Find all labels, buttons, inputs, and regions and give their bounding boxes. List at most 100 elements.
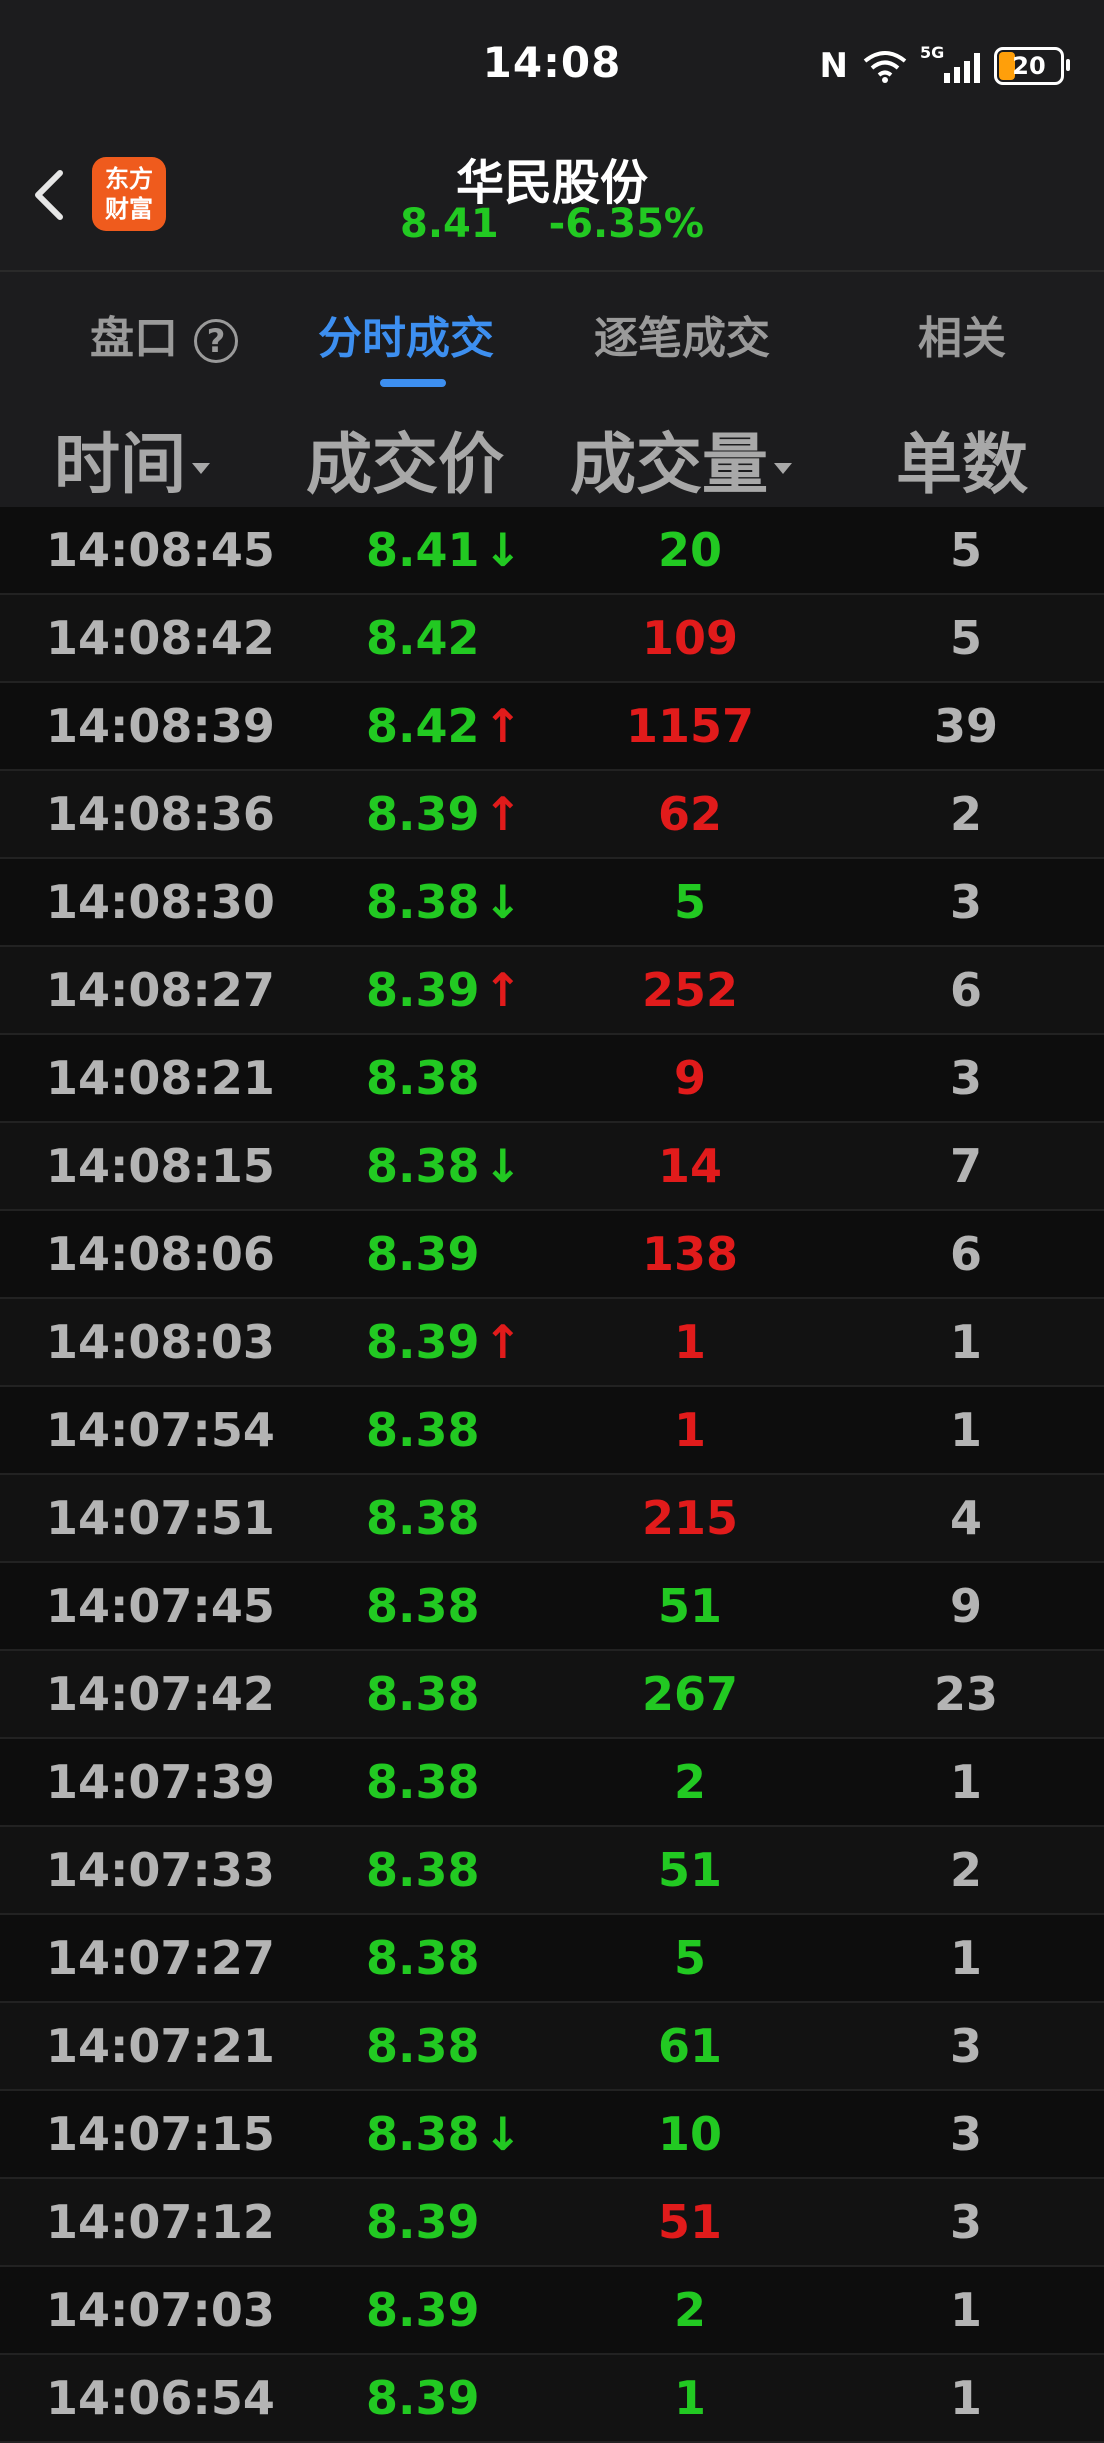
trade-count: 1 — [949, 1315, 982, 1369]
trade-count: 3 — [949, 2195, 982, 2249]
nfc-icon: N — [819, 46, 848, 86]
trade-time: 14:07:39 — [46, 1755, 275, 1809]
table-row: 14:07:45 8.38 51 9 — [0, 1563, 1104, 1651]
header-time-label: 时间 — [54, 426, 186, 503]
status-icons: N 5G 20 — [819, 43, 1070, 86]
table-row: 14:06:54 8.39 1 1 — [0, 2355, 1104, 2443]
header-volume[interactable]: 成交量 — [570, 411, 792, 507]
trade-count: 1 — [949, 1403, 982, 1457]
trade-time: 14:08:39 — [46, 699, 275, 753]
trade-price-cell: 8.39↑ — [366, 771, 522, 857]
trade-count: 4 — [949, 1491, 982, 1545]
trade-volume: 62 — [657, 787, 722, 841]
trade-volume: 51 — [657, 1843, 722, 1897]
trade-time: 14:08:06 — [46, 1227, 275, 1281]
trade-count: 1 — [949, 2371, 982, 2425]
trade-price-cell: 8.38 — [366, 1651, 480, 1737]
tab-orderbook[interactable]: 盘口? — [90, 302, 238, 366]
table-row: 14:07:12 8.39 51 3 — [0, 2179, 1104, 2267]
trade-time: 14:08:21 — [46, 1051, 275, 1105]
stock-quote: 8.41 -6.35% — [0, 201, 1104, 247]
up-arrow-icon: ↑ — [483, 1315, 523, 1369]
trade-price-cell: 8.38 — [366, 1035, 480, 1121]
up-arrow-icon: ↑ — [483, 787, 523, 841]
trade-time: 14:07:15 — [46, 2107, 275, 2161]
trade-volume: 20 — [657, 523, 722, 577]
table-row: 14:08:21 8.38 9 3 — [0, 1035, 1104, 1123]
trade-count: 1 — [949, 2283, 982, 2337]
table-row: 14:07:33 8.38 51 2 — [0, 1827, 1104, 1915]
trade-time: 14:08:42 — [46, 611, 275, 665]
table-row: 14:08:42 8.42 109 5 — [0, 595, 1104, 683]
trades-list[interactable]: 14:08:45 8.41↓ 20 5 14:08:42 8.42 109 5 14:08:39… — [0, 507, 1104, 2443]
trade-price-cell: 8.38↓ — [366, 2091, 522, 2177]
trade-price: 8.38 — [366, 1579, 480, 1633]
trade-volume: 9 — [673, 1051, 706, 1105]
trade-volume: 1157 — [625, 699, 755, 753]
trade-price: 8.38 — [366, 1931, 480, 1985]
table-row: 14:07:39 8.38 2 1 — [0, 1739, 1104, 1827]
trade-time: 14:08:27 — [46, 963, 275, 1017]
table-row: 14:07:54 8.38 1 1 — [0, 1387, 1104, 1475]
trade-price: 8.42 — [366, 699, 480, 753]
trade-count: 5 — [949, 611, 982, 665]
trade-price: 8.39 — [366, 963, 480, 1017]
trade-time: 14:08:15 — [46, 1139, 275, 1193]
trade-price: 8.39 — [366, 1227, 480, 1281]
battery-level: 20 — [1012, 52, 1046, 80]
trade-count: 3 — [949, 2107, 982, 2161]
trade-time: 14:07:51 — [46, 1491, 275, 1545]
header-price: 成交价 — [306, 426, 504, 503]
trade-price-cell: 8.38 — [366, 1475, 480, 1561]
table-row: 14:07:27 8.38 5 1 — [0, 1915, 1104, 2003]
trade-price: 8.39 — [366, 2371, 480, 2425]
trade-price: 8.38 — [366, 875, 480, 929]
trade-volume: 215 — [641, 1491, 739, 1545]
table-row: 14:07:51 8.38 215 4 — [0, 1475, 1104, 1563]
trade-price-cell: 8.39↑ — [366, 947, 522, 1033]
help-icon[interactable]: ? — [194, 319, 238, 363]
up-arrow-icon: ↑ — [483, 963, 523, 1017]
trade-count: 2 — [949, 787, 982, 841]
trade-volume: 1 — [673, 1315, 706, 1369]
trade-price-cell: 8.39 — [366, 1211, 480, 1297]
table-row: 14:08:15 8.38↓ 14 7 — [0, 1123, 1104, 1211]
trade-price-cell: 8.38 — [366, 1563, 480, 1649]
trade-price-cell: 8.39↑ — [366, 1299, 522, 1385]
down-arrow-icon: ↓ — [483, 2107, 523, 2161]
battery-icon: 20 — [994, 47, 1070, 85]
trade-volume: 2 — [673, 2283, 706, 2337]
trade-volume: 252 — [641, 963, 739, 1017]
trade-volume: 109 — [641, 611, 739, 665]
trade-volume: 51 — [657, 1579, 722, 1633]
stock-price: 8.41 — [399, 201, 499, 247]
trade-price-cell: 8.39 — [366, 2355, 480, 2441]
tab-tick-trades-label: 逐笔成交 — [594, 313, 770, 364]
table-row: 14:08:30 8.38↓ 5 3 — [0, 859, 1104, 947]
header-time[interactable]: 时间 — [54, 411, 210, 507]
trade-volume: 2 — [673, 1755, 706, 1809]
trade-price-cell: 8.38 — [366, 1827, 480, 1913]
trade-count: 9 — [949, 1579, 982, 1633]
trade-price: 8.41 — [366, 523, 480, 577]
trade-price: 8.38 — [366, 2107, 480, 2161]
trade-price: 8.38 — [366, 1667, 480, 1721]
trade-volume: 1 — [673, 1403, 706, 1457]
table-row: 14:07:42 8.38 267 23 — [0, 1651, 1104, 1739]
trade-price: 8.38 — [366, 1843, 480, 1897]
tab-tick-trades[interactable]: 逐笔成交 — [594, 302, 770, 366]
trade-count: 23 — [933, 1667, 998, 1721]
tab-related[interactable]: 相关 — [918, 302, 1006, 366]
wifi-icon — [863, 51, 907, 83]
tab-time-sharing-trades[interactable]: 分时成交 — [318, 302, 494, 366]
trade-count: 3 — [949, 2019, 982, 2073]
table-row: 14:08:03 8.39↑ 1 1 — [0, 1299, 1104, 1387]
table-row: 14:08:45 8.41↓ 20 5 — [0, 507, 1104, 595]
sort-caret-icon — [774, 463, 792, 475]
trade-price-cell: 8.38 — [366, 1739, 480, 1825]
trade-price: 8.39 — [366, 2283, 480, 2337]
trade-time: 14:07:45 — [46, 1579, 275, 1633]
trade-volume: 51 — [657, 2195, 722, 2249]
trade-price: 8.39 — [366, 1315, 480, 1369]
trade-price: 8.39 — [366, 787, 480, 841]
